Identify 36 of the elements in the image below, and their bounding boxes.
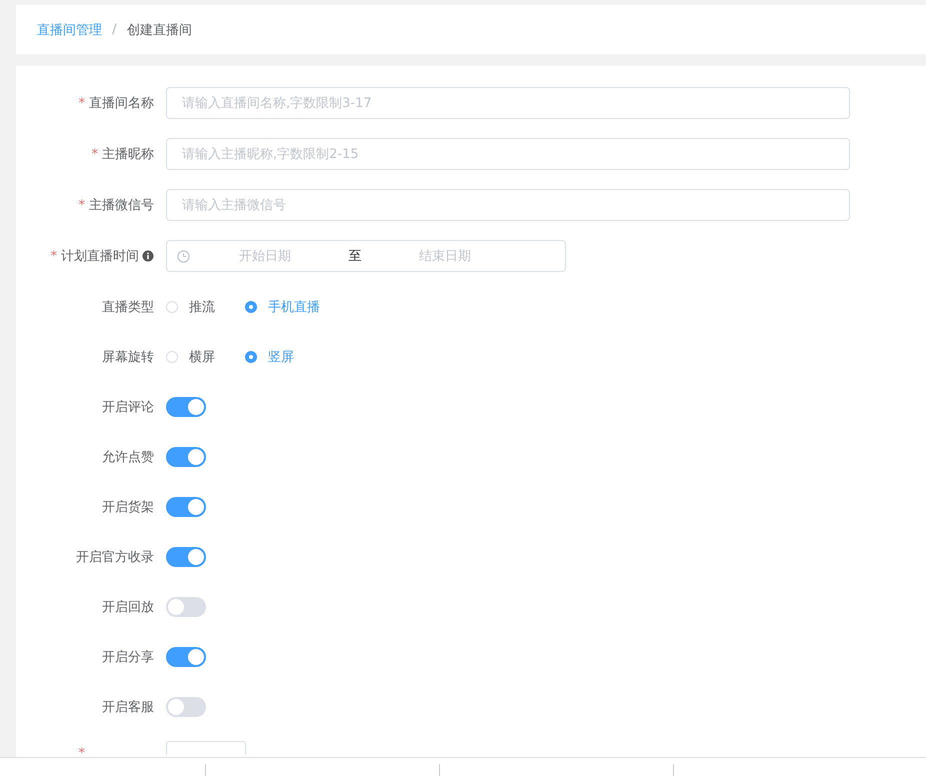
field-label: 主播微信号 (89, 197, 154, 214)
date-range-field[interactable]: 开始日期 至 结束日期 (166, 240, 566, 272)
field-label: 屏幕旋转 (102, 349, 154, 366)
required-asterisk: * (50, 248, 57, 264)
required-asterisk: * (92, 146, 98, 162)
field-label: 直播类型 (102, 299, 154, 316)
text-input[interactable]: 请输入直播间名称,字数限制3-17 (166, 87, 850, 119)
toggle-switch[interactable] (166, 397, 206, 417)
toggle-switch[interactable] (166, 597, 206, 617)
field-label: 直播间名称 (89, 95, 154, 112)
field-label: 开启官方收录 (76, 549, 154, 566)
field-label: 开启货架 (102, 499, 154, 516)
field-label: 允许点赞 (102, 449, 154, 466)
required-asterisk: * (78, 198, 85, 212)
breadcrumb-current: 创建直播间 (126, 22, 192, 38)
toggle-switch[interactable] (166, 697, 206, 717)
info-icon[interactable] (142, 250, 154, 262)
range-separator: 至 (348, 248, 362, 265)
toggle-switch[interactable] (166, 547, 206, 567)
field-label: 开启回放 (102, 599, 154, 616)
radio-option[interactable]: 横屏 (166, 348, 215, 366)
toggle-switch[interactable] (166, 497, 206, 517)
text-input[interactable]: 请输入主播微信号 (166, 189, 850, 221)
field-label: 开启评论 (102, 399, 154, 416)
text-input[interactable]: 请输入主播昵称,字数限制2-15 (166, 138, 850, 170)
clock-icon (177, 250, 190, 262)
field-label: 主播昵称 (102, 146, 154, 163)
field-label: 开启分享 (102, 649, 154, 666)
required-asterisk: * (78, 96, 85, 110)
toggle-switch[interactable] (166, 647, 206, 667)
breadcrumb-separator: / (112, 22, 117, 37)
toggle-switch[interactable] (166, 447, 206, 467)
required-asterisk: * (78, 746, 85, 761)
field-label: 开启客服 (102, 699, 154, 716)
radio-option[interactable]: 推流 (166, 298, 215, 316)
field-label: 计划直播时间 (61, 248, 139, 265)
